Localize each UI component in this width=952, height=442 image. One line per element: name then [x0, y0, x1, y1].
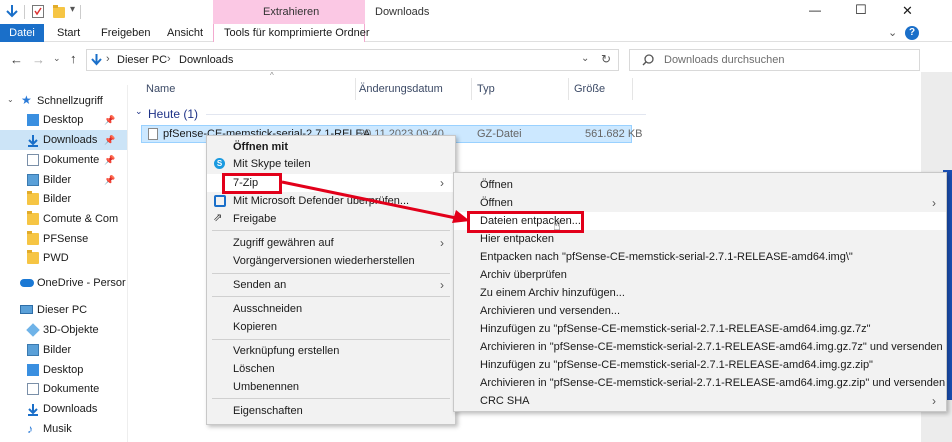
mouse-cursor-icon: ☝	[553, 218, 561, 233]
annotation-arrow	[281, 180, 470, 223]
